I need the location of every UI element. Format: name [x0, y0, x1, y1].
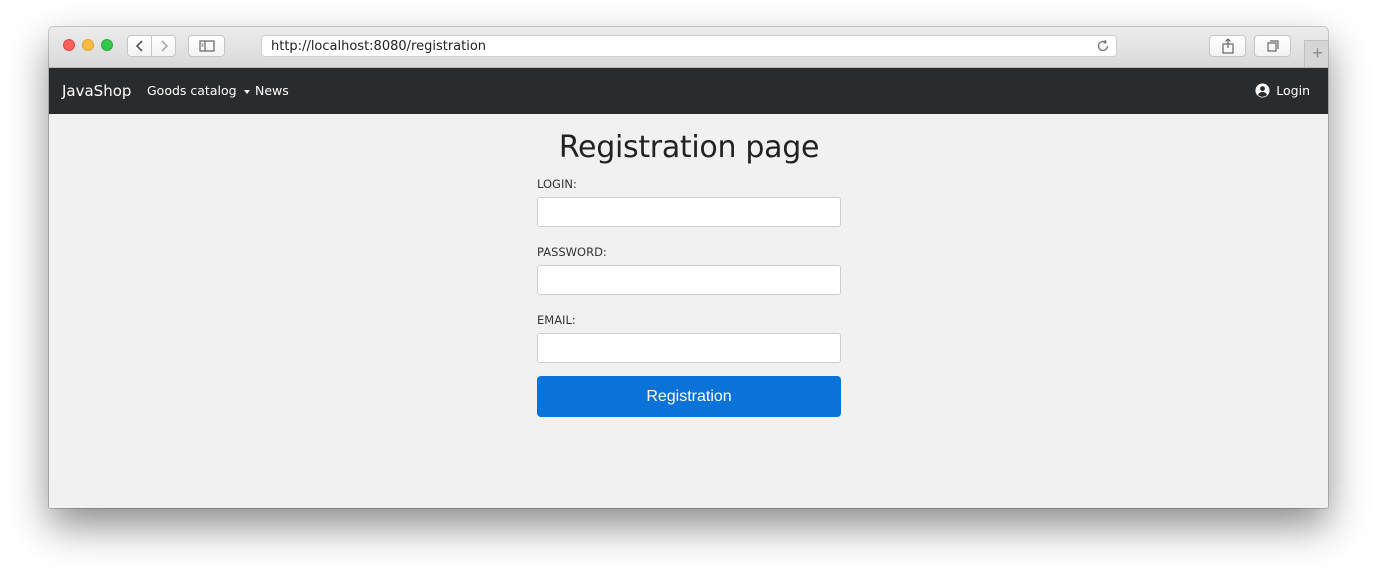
forward-button[interactable] [151, 35, 176, 57]
sidebar-toggle-button[interactable] [188, 35, 225, 57]
chevron-left-icon [135, 40, 143, 52]
chevron-right-icon [160, 40, 168, 52]
back-button[interactable] [127, 35, 152, 57]
email-input[interactable] [537, 333, 841, 363]
new-tab-button[interactable]: + [1304, 40, 1328, 67]
site-navbar: JavaShop Goods catalog News Login [49, 68, 1328, 114]
address-bar[interactable]: http://localhost:8080/registration [261, 35, 1117, 57]
share-button[interactable] [1209, 35, 1246, 57]
address-url: http://localhost:8080/registration [271, 39, 487, 54]
password-label: PASSWORD: [537, 245, 607, 259]
window-close-button[interactable] [63, 39, 75, 51]
sidebar-icon [198, 40, 215, 52]
login-input[interactable] [537, 197, 841, 227]
password-input[interactable] [537, 265, 841, 295]
page-content: Registration page LOGIN: PASSWORD: EMAIL… [49, 114, 1328, 508]
registration-button[interactable]: Registration [537, 376, 841, 417]
brand-link[interactable]: JavaShop [62, 82, 131, 100]
browser-toolbar: http://localhost:8080/registration + [49, 27, 1328, 68]
nav-goods-catalog-dropdown[interactable]: Goods catalog [147, 83, 250, 98]
reload-icon[interactable] [1096, 39, 1110, 53]
login-label: LOGIN: [537, 177, 577, 191]
nav-login-label: Login [1276, 83, 1310, 98]
user-circle-icon [1255, 83, 1270, 98]
nav-news-link[interactable]: News [255, 83, 289, 98]
caret-down-icon [243, 90, 250, 94]
browser-window: http://localhost:8080/registration + Jav… [49, 27, 1328, 508]
nav-goods-catalog-label: Goods catalog [147, 83, 237, 98]
tab-overview-button[interactable] [1254, 35, 1291, 57]
share-icon [1221, 38, 1234, 54]
window-maximize-button[interactable] [101, 39, 113, 51]
window-minimize-button[interactable] [82, 39, 94, 51]
tabs-icon [1266, 40, 1279, 52]
email-label: EMAIL: [537, 313, 576, 327]
page-title: Registration page [558, 130, 820, 165]
nav-login-link[interactable]: Login [1255, 83, 1310, 98]
